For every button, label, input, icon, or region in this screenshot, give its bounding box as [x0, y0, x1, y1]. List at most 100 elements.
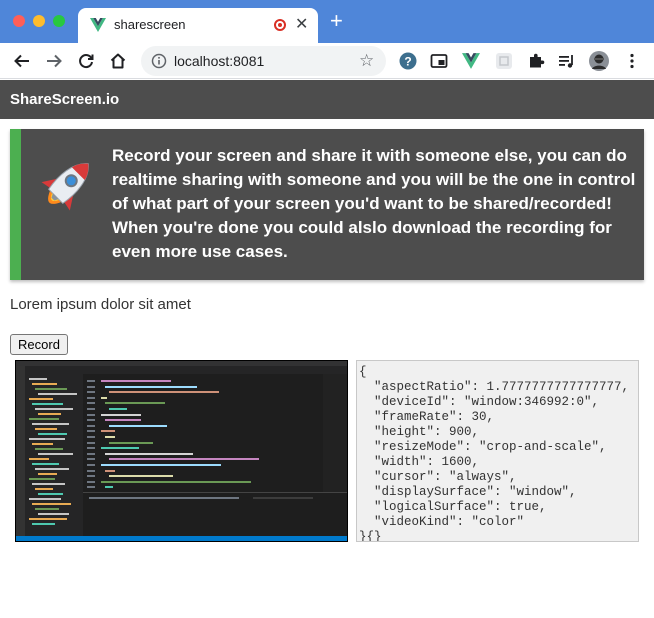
- preview-code-line: [109, 408, 127, 410]
- preview-code-line: [87, 486, 95, 489]
- reload-icon: [79, 54, 94, 69]
- minimize-window-button[interactable]: [33, 15, 45, 27]
- preview-code-line: [109, 391, 219, 394]
- back-button[interactable]: [10, 49, 34, 73]
- recording-dot-icon: [274, 19, 286, 31]
- preview-code-line: [101, 380, 171, 382]
- preview-code-line: [32, 463, 59, 465]
- preview-code-line: [87, 385, 95, 388]
- preview-code-line: [87, 436, 95, 438]
- preview-activity-bar: [16, 366, 25, 536]
- media-queue-icon[interactable]: [557, 51, 577, 71]
- preview-terminal-panel: [83, 492, 347, 536]
- preview-code-line: [87, 464, 95, 466]
- preview-code-line: [38, 413, 61, 415]
- preview-code-line: [101, 464, 221, 466]
- profile-avatar-icon[interactable]: [589, 51, 609, 71]
- pip-extension-icon[interactable]: [429, 51, 449, 71]
- preview-code-line: [35, 488, 53, 490]
- preview-code-line: [35, 408, 73, 410]
- preview-code-line: [87, 475, 95, 478]
- arrow-left-icon: [14, 54, 29, 68]
- vue-logo-icon: [90, 18, 106, 32]
- preview-code-line: [109, 458, 259, 461]
- preview-code-line: [87, 402, 95, 405]
- preview-code-line: [253, 497, 313, 499]
- preview-code-line: [35, 508, 59, 510]
- preview-code-line: [38, 513, 69, 515]
- tab-title: sharescreen: [114, 17, 186, 32]
- close-window-button[interactable]: [13, 15, 25, 27]
- arrow-right-icon: [47, 54, 62, 68]
- preview-code-line: [101, 480, 251, 483]
- preview-code-line: [105, 402, 165, 405]
- puzzle-icon[interactable]: [526, 51, 546, 71]
- home-icon: [110, 53, 126, 69]
- screen-preview-video[interactable]: [15, 360, 348, 542]
- preview-code-line: [87, 469, 95, 472]
- preview-status-bar: [16, 536, 347, 541]
- url-text[interactable]: localhost:8081: [174, 53, 264, 69]
- record-button[interactable]: Record: [10, 334, 68, 355]
- preview-code-line: [38, 453, 73, 455]
- preview-code-line: [101, 413, 141, 416]
- preview-code-line: [29, 458, 49, 460]
- intro-text: Lorem ipsum dolor sit amet: [10, 296, 191, 313]
- preview-code-line: [38, 473, 57, 475]
- preview-code-line: [32, 443, 53, 445]
- preview-code-line: [32, 423, 69, 425]
- preview-code-line: [87, 458, 95, 461]
- hero-description: Record your screen and share it with som…: [112, 146, 636, 261]
- preview-code-line: [87, 396, 95, 399]
- preview-code-line: [109, 475, 173, 478]
- preview-code-line: [32, 403, 63, 405]
- help-extension-icon[interactable]: ?: [398, 51, 418, 71]
- preview-code-line: [89, 497, 239, 499]
- zoom-window-button[interactable]: [53, 15, 65, 27]
- browser-tab[interactable]: sharescreen ✕: [78, 8, 318, 43]
- preview-code-line: [35, 448, 63, 450]
- preview-editor-tabs: [16, 366, 347, 374]
- preview-code-line: [87, 380, 95, 382]
- preview-code-line: [35, 428, 57, 430]
- preview-code-line: [101, 396, 107, 399]
- preview-code-line: [109, 441, 153, 444]
- reload-button[interactable]: [74, 49, 98, 73]
- svg-text:?: ?: [404, 55, 411, 69]
- rocket-icon: [41, 163, 89, 211]
- preview-code-line: [105, 486, 113, 489]
- preview-code-line: [105, 452, 193, 455]
- vue-devtools-icon[interactable]: [461, 51, 481, 71]
- grid-extension-icon[interactable]: [494, 51, 514, 71]
- home-button[interactable]: [106, 49, 130, 73]
- kebab-menu-icon[interactable]: [622, 51, 642, 71]
- star-icon[interactable]: ☆: [359, 51, 374, 71]
- preview-code-line: [35, 388, 67, 390]
- preview-code-line: [29, 518, 67, 520]
- hero-banner: Record your screen and share it with som…: [10, 129, 644, 280]
- info-icon[interactable]: [151, 53, 167, 69]
- preview-code-line: [87, 413, 95, 416]
- brand-title[interactable]: ShareScreen.io: [10, 91, 119, 108]
- preview-code-line: [101, 447, 139, 450]
- preview-code-line: [105, 419, 141, 422]
- preview-code-line: [32, 483, 65, 485]
- preview-code-line: [38, 493, 63, 495]
- preview-code-line: [87, 441, 95, 444]
- close-tab-button[interactable]: ✕: [295, 14, 308, 34]
- forward-button[interactable]: [42, 49, 66, 73]
- preview-code-line: [105, 385, 197, 388]
- preview-code-line: [35, 468, 69, 470]
- preview-code-line: [29, 398, 53, 400]
- preview-code-line: [87, 430, 95, 433]
- settings-json-text: { "aspectRatio": 1.7777777777777777, "de…: [359, 365, 630, 542]
- browser-tabstrip: sharescreen ✕ +: [0, 0, 654, 43]
- preview-code-line: [29, 378, 47, 380]
- preview-code-line: [87, 419, 95, 422]
- address-bar[interactable]: localhost:8081 ☆: [141, 46, 386, 76]
- new-tab-button[interactable]: +: [330, 10, 343, 32]
- preview-code-editor: [83, 374, 323, 492]
- preview-code-line: [32, 383, 57, 385]
- preview-code-line: [87, 480, 95, 483]
- preview-code-line: [29, 498, 61, 500]
